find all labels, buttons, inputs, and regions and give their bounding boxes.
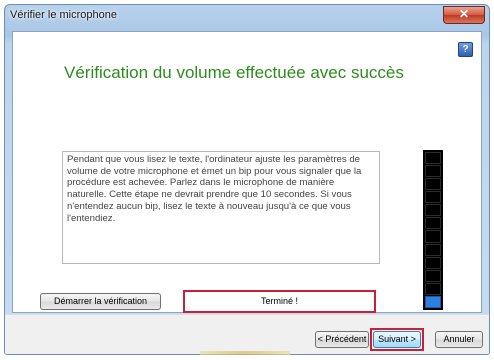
- cancel-button[interactable]: Annuler: [435, 331, 483, 348]
- page-title: Vérification du volume effectuée avec su…: [64, 63, 404, 82]
- title-bar[interactable]: Vérifier le microphone ✕: [5, 5, 489, 29]
- close-button[interactable]: ✕: [443, 6, 485, 24]
- start-check-button[interactable]: Démarrer la vérification: [40, 293, 161, 310]
- previous-button[interactable]: < Précédent: [315, 331, 369, 348]
- meter-segment: [425, 178, 441, 191]
- instructions-text: Pendant que vous lisez le texte, l'ordin…: [62, 151, 380, 264]
- help-icon[interactable]: ?: [458, 42, 473, 57]
- meter-segment: [425, 282, 441, 295]
- meter-segment: [425, 243, 441, 256]
- dialog-window: Vérifier le microphone ✕ ? Vérification …: [4, 4, 490, 355]
- meter-segment: [425, 204, 441, 217]
- meter-segment: [425, 152, 441, 165]
- button-bar: < Précédent Suivant > Annuler: [5, 314, 489, 354]
- close-icon: ✕: [458, 7, 470, 21]
- meter-segment: [425, 295, 441, 308]
- volume-meter: [423, 150, 443, 310]
- meter-segment: [425, 269, 441, 282]
- taskbar-glow: [200, 351, 290, 355]
- meter-segment: [425, 165, 441, 178]
- meter-segment: [425, 217, 441, 230]
- status-field: Terminé !: [183, 290, 376, 313]
- window-title: Vérifier le microphone: [10, 9, 117, 21]
- dialog-content: ? Vérification du volume effectuée avec …: [12, 31, 482, 313]
- meter-segment: [425, 191, 441, 204]
- meter-segment: [425, 256, 441, 269]
- meter-segment: [425, 230, 441, 243]
- next-button[interactable]: Suivant >: [373, 331, 421, 348]
